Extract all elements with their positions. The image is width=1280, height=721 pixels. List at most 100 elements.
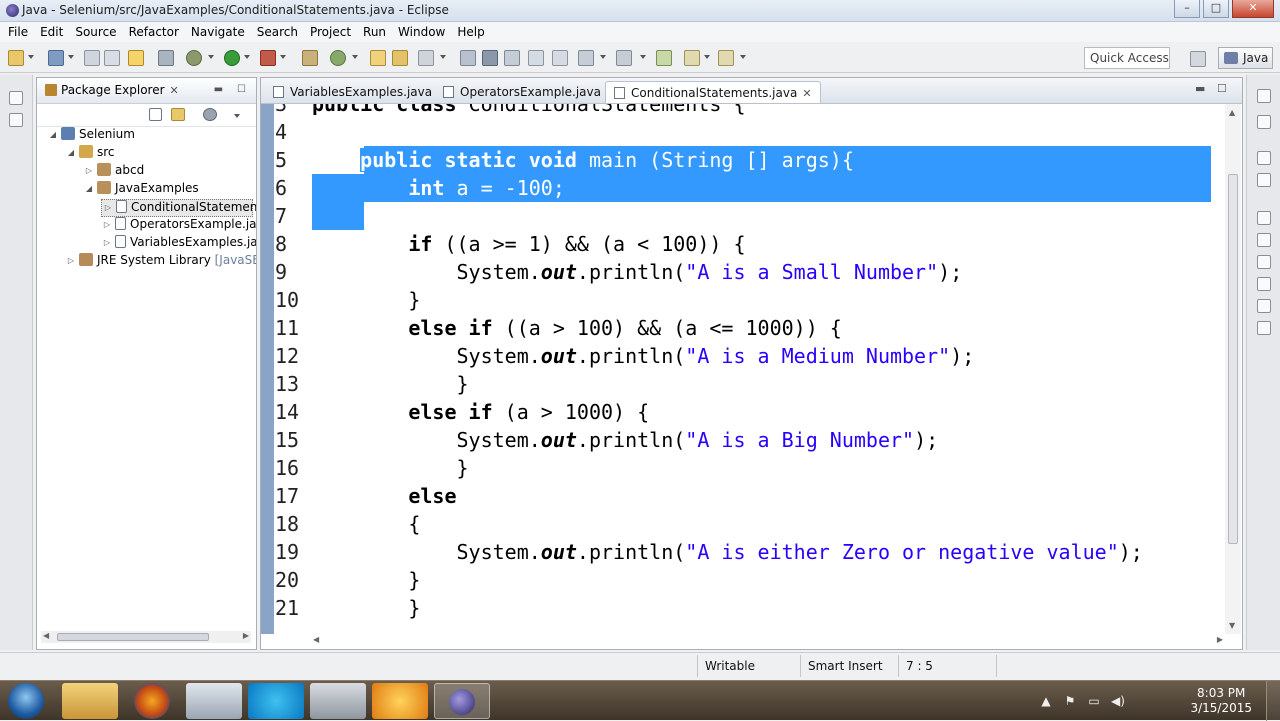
scroll-right-icon[interactable]: ▶: [1217, 635, 1223, 644]
tree-item-jre-system-library[interactable]: ▷JRE System Library [JavaSE-1.: [65, 253, 256, 271]
maximize-view-icon[interactable]: ☐: [1217, 82, 1227, 95]
code-line[interactable]: 16 }: [274, 454, 1212, 482]
run-icon[interactable]: [224, 50, 240, 66]
code-line[interactable]: 14 else if (a > 1000) {: [274, 398, 1212, 426]
scroll-up-icon[interactable]: ▲: [1229, 108, 1235, 117]
notepad-taskbar-icon[interactable]: [310, 683, 366, 719]
tree-item-operatorsexample[interactable]: ▷ OperatorsExample.jav: [101, 217, 256, 235]
chevron-down-icon[interactable]: [68, 55, 74, 59]
code-line[interactable]: 13 }: [274, 370, 1212, 398]
new-icon[interactable]: [8, 50, 24, 66]
restore-icon[interactable]: [1257, 151, 1271, 165]
open-perspective-icon[interactable]: [1190, 51, 1206, 67]
error-log-icon[interactable]: [1257, 321, 1271, 335]
next-annotation-icon[interactable]: [578, 50, 594, 66]
chevron-down-icon[interactable]: [244, 55, 250, 59]
code-line[interactable]: 6 int a = -100;: [274, 174, 1212, 202]
code-line[interactable]: 18 {: [274, 510, 1212, 538]
expanded-icon[interactable]: ◢: [83, 184, 95, 193]
volume-icon[interactable]: ◀): [1110, 693, 1126, 709]
chevron-down-icon[interactable]: [440, 55, 446, 59]
code-line[interactable]: 10 }: [274, 286, 1212, 314]
package-explorer-tab[interactable]: Package Explorer ✕: [45, 83, 179, 97]
menu-navigate[interactable]: Navigate: [185, 25, 251, 39]
collapsed-icon[interactable]: ▷: [102, 203, 114, 212]
search-icon[interactable]: [418, 50, 434, 66]
code-line[interactable]: 9 System.out.println("A is a Small Numbe…: [274, 258, 1212, 286]
chevron-down-icon[interactable]: [28, 55, 34, 59]
declaration-icon[interactable]: [1257, 277, 1271, 291]
collapsed-icon[interactable]: ▷: [83, 166, 95, 175]
collapse-all-icon[interactable]: [149, 108, 162, 121]
media-player-taskbar-icon[interactable]: [186, 683, 242, 719]
close-button[interactable]: ✕: [1232, 0, 1274, 18]
code-line[interactable]: 3 public class ConditionalStatements {: [274, 104, 1212, 118]
menu-search[interactable]: Search: [251, 25, 304, 39]
show-desktop-button[interactable]: [1266, 681, 1280, 721]
expanded-icon[interactable]: ◢: [47, 130, 59, 139]
minimize-view-icon[interactable]: ▬: [214, 84, 223, 95]
menu-project[interactable]: Project: [304, 25, 357, 39]
javadoc-icon[interactable]: [1257, 255, 1271, 269]
chevron-down-icon[interactable]: [208, 55, 214, 59]
horizontal-scrollbar[interactable]: ◀ ▶: [41, 631, 251, 643]
debug-icon[interactable]: [186, 50, 202, 66]
new-java-package-icon[interactable]: [330, 50, 346, 66]
vertical-scrollbar[interactable]: ▲ ▼: [1225, 104, 1241, 634]
show-hidden-icons-icon[interactable]: ▲: [1038, 693, 1054, 709]
clock[interactable]: 8:03 PM 3/15/2015: [1190, 686, 1252, 716]
paragraph-icon[interactable]: [552, 50, 568, 66]
toggle-mark-occurrences-icon[interactable]: [460, 50, 476, 66]
restore-icon[interactable]: [1257, 89, 1271, 103]
console-icon[interactable]: [1257, 299, 1271, 313]
expanded-icon[interactable]: ◢: [65, 148, 77, 157]
firefox-taskbar-icon[interactable]: [134, 683, 170, 719]
last-edit-icon[interactable]: [656, 50, 672, 66]
menu-file[interactable]: File: [2, 25, 34, 39]
code-line[interactable]: 4: [274, 118, 1212, 146]
new-class-icon[interactable]: [370, 50, 386, 66]
link-with-editor-icon[interactable]: [171, 108, 185, 121]
tree-item-variablesexamples[interactable]: ▷ VariablesExamples.jav: [101, 235, 256, 253]
menu-refactor[interactable]: Refactor: [123, 25, 185, 39]
tree-item-abcd[interactable]: ▷ abcd: [83, 163, 144, 181]
quick-access-input[interactable]: Quick Access: [1084, 47, 1170, 69]
minimize-view-icon[interactable]: ▬: [1195, 82, 1205, 95]
external-tools-icon[interactable]: [260, 50, 276, 66]
chevron-down-icon[interactable]: [704, 55, 710, 59]
filter-icon[interactable]: [203, 108, 217, 121]
chevron-down-icon[interactable]: [280, 55, 286, 59]
block-selection-icon[interactable]: [504, 50, 520, 66]
tree-item-conditionalstatements[interactable]: ▷ ConditionalStatemen: [101, 199, 256, 217]
tab-variables-examples[interactable]: VariablesExamples.java: [265, 81, 440, 103]
chevron-down-icon[interactable]: [600, 55, 606, 59]
java-perspective-button[interactable]: Java: [1218, 47, 1273, 69]
outline-icon[interactable]: [9, 113, 23, 127]
code-line[interactable]: 11 else if ((a > 100) && (a <= 1000)) {: [274, 314, 1212, 342]
forward-icon[interactable]: [718, 50, 734, 66]
paint-taskbar-icon[interactable]: [372, 683, 428, 719]
menu-run[interactable]: Run: [357, 25, 392, 39]
scroll-left-icon[interactable]: ◀: [43, 631, 49, 640]
chevron-down-icon[interactable]: [640, 55, 646, 59]
explorer-taskbar-icon[interactable]: [62, 683, 118, 719]
eclipse-taskbar-icon[interactable]: [434, 683, 490, 719]
collapsed-icon[interactable]: ▷: [101, 238, 113, 247]
code-line[interactable]: 8 if ((a >= 1) && (a < 100)) {: [274, 230, 1212, 258]
code-line[interactable]: 7: [274, 202, 1212, 230]
code-line[interactable]: 5 public static void main (String [] arg…: [274, 146, 1212, 174]
scroll-thumb[interactable]: [57, 633, 209, 641]
view-menu-icon[interactable]: [234, 114, 240, 118]
new-java-project-icon[interactable]: [302, 50, 318, 66]
print-icon[interactable]: [84, 50, 100, 66]
code-line[interactable]: 17 else: [274, 482, 1212, 510]
tab-operators-example[interactable]: OperatorsExample.java: [435, 81, 609, 103]
folder-icon[interactable]: [128, 50, 144, 66]
chevron-down-icon[interactable]: [352, 55, 358, 59]
skype-taskbar-icon[interactable]: [248, 683, 304, 719]
scroll-left-icon[interactable]: ◀: [313, 635, 319, 644]
restore-icon[interactable]: [1257, 211, 1271, 225]
menu-help[interactable]: Help: [451, 25, 490, 39]
maximize-view-icon[interactable]: ☐: [237, 84, 246, 95]
close-icon[interactable]: ✕: [170, 84, 179, 97]
